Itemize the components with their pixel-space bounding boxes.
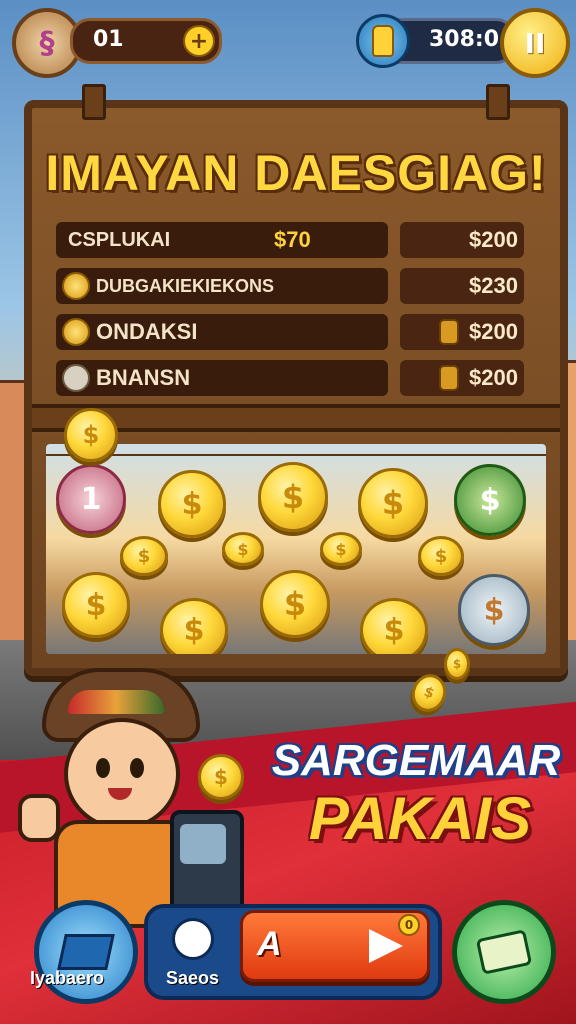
play-arrow-icon: [369, 929, 403, 963]
currency-value: 308:0: [429, 27, 500, 52]
character-eye: [130, 758, 144, 778]
coin-display-window: 1 $ $ $ $ $ $ $ $ $ $ $ $ $: [46, 444, 546, 654]
notification-badge: 0: [398, 914, 420, 936]
coin-icon[interactable]: $: [222, 532, 264, 566]
board-title: IMAYAN DAESGIAG!: [45, 145, 547, 201]
phone-icon[interactable]: [172, 918, 214, 960]
character-hand: [18, 794, 60, 842]
character-hat-band: [68, 690, 164, 714]
coin-icon[interactable]: $: [158, 470, 226, 538]
promo-subheadline: PAKAIS: [308, 785, 532, 852]
coin-icon[interactable]: $: [320, 532, 362, 566]
nav-label: Saeos: [166, 968, 220, 988]
coin-icon[interactable]: $: [260, 570, 330, 638]
price-label: $200: [469, 319, 518, 344]
pink-badge-icon[interactable]: 1: [56, 464, 126, 534]
coin-icon[interactable]: $: [358, 468, 428, 538]
price-label: $230: [469, 273, 518, 298]
add-button[interactable]: +: [183, 25, 215, 57]
shop-row-mid-price: $70: [274, 227, 311, 252]
shop-row[interactable]: BNANSN: [56, 360, 388, 396]
pause-button[interactable]: II: [500, 8, 570, 78]
coin-icon[interactable]: $: [360, 598, 428, 654]
shop-row[interactable]: DUBGAKIEKIEKONS: [56, 268, 388, 304]
price-label: $200: [469, 227, 518, 252]
price-label: $200: [469, 365, 518, 390]
shop-row-price[interactable]: $200: [400, 314, 524, 350]
coin-icon[interactable]: $: [120, 536, 168, 576]
price-tag-icon: [439, 365, 460, 391]
coin-icon[interactable]: $: [258, 462, 328, 532]
shop-row-price[interactable]: $200: [400, 360, 524, 396]
coin-icon: [62, 272, 90, 300]
bottle-icon: [372, 25, 394, 57]
shop-row-name: DUBGAKIEKIEKONS: [96, 275, 275, 296]
green-badge-icon[interactable]: $: [454, 464, 526, 536]
coin-icon: $: [444, 648, 470, 680]
silver-badge-icon[interactable]: $: [458, 574, 530, 646]
promo-headline: SARGEMAAR: [271, 736, 561, 785]
pause-icon: II: [524, 26, 546, 60]
coin-icon[interactable]: $: [62, 572, 130, 638]
profile-icon: §: [39, 25, 55, 61]
shop-row[interactable]: ONDAKSI: [56, 314, 388, 350]
plus-icon: +: [189, 28, 209, 54]
left-menu-label: Iyabaero: [30, 968, 105, 988]
shop-row-price[interactable]: $230: [400, 268, 524, 304]
shop-row-name: CSPLUKAI: [68, 228, 171, 251]
chair-icon: [57, 934, 115, 970]
cta-letter: A: [257, 925, 282, 963]
shop-row-price[interactable]: $200: [400, 222, 524, 258]
price-tag-icon: [439, 319, 460, 345]
level-value: 01: [93, 27, 124, 52]
level-counter: 01 +: [70, 18, 222, 64]
shop-board: IMAYAN DAESGIAG! CSPLUKAI $70 $200 DUBGA…: [24, 84, 568, 676]
shop-row[interactable]: CSPLUKAI $70: [56, 222, 388, 258]
cash-icon: [475, 929, 533, 975]
shop-row-name: BNANSN: [96, 365, 191, 390]
coin-icon: [62, 318, 90, 346]
coin-icon[interactable]: $: [160, 598, 228, 654]
coin-icon[interactable]: $: [418, 536, 464, 576]
right-shop-button[interactable]: [452, 900, 556, 1004]
coin-machine-icon: $: [156, 754, 252, 914]
shop-row-name: ONDAKSI: [96, 319, 198, 344]
currency-icon: [356, 14, 410, 68]
scroll-icon: [62, 364, 90, 392]
notification-count: 0: [404, 918, 414, 932]
coin-icon[interactable]: $: [64, 408, 118, 462]
character-eye: [96, 758, 110, 778]
